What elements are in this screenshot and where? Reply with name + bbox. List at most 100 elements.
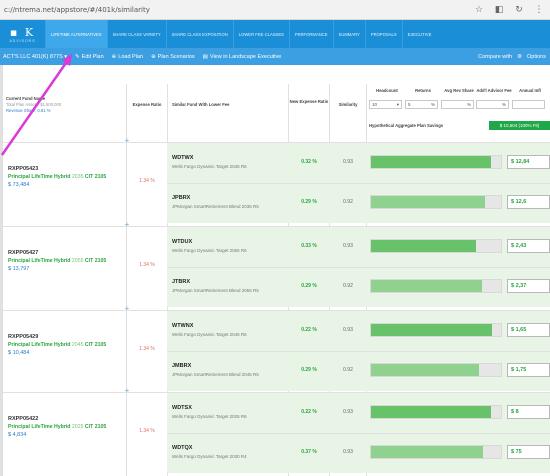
new-expense-ratio: 0.22 % xyxy=(301,409,317,415)
expense-ratio: 1.34 % xyxy=(139,346,155,352)
options-button[interactable]: Options xyxy=(527,54,546,60)
fund-year: 2055 xyxy=(71,258,84,264)
fund-year: 2025 xyxy=(71,424,84,430)
filter-input[interactable]: % xyxy=(441,100,474,109)
expense-ratio: 1.34 % xyxy=(139,262,155,268)
similarity-score: 0.92 xyxy=(343,199,353,205)
fit-bar-fill xyxy=(371,196,486,208)
fit-bar xyxy=(370,445,502,459)
similar-ticker[interactable]: WDTQX xyxy=(172,445,192,451)
toolbar-action-label: Load Plan xyxy=(118,53,144,60)
revenue-share: Revenue Share: 0.81 % xyxy=(6,108,51,113)
filter-value: 5 xyxy=(408,102,411,107)
toolbar-action[interactable]: ✎ Edit Plan xyxy=(75,54,104,60)
similar-ticker[interactable]: WDTSX xyxy=(172,405,192,411)
fund-cit: CIT 2105 xyxy=(84,258,107,264)
add-row-icon[interactable]: + xyxy=(123,305,131,313)
sub-row-divider xyxy=(167,267,550,268)
savings-amount[interactable]: $ 2,37 xyxy=(507,279,550,293)
similar-name: Wells Fargo Dynamic Target 2035 R6 xyxy=(172,164,247,169)
current-fund[interactable]: RXPP05422 Principal LifeTime Hybrid 2025 … xyxy=(8,416,123,438)
add-row-icon[interactable]: + xyxy=(123,387,131,395)
savings-value[interactable]: $ 10,604 (100% Fit) xyxy=(489,121,550,130)
nav-tab[interactable]: Lower Fee Classes xyxy=(232,20,289,48)
nav-tab[interactable]: Proposals xyxy=(364,20,402,48)
toolbar-action-label: Edit Plan xyxy=(81,53,104,60)
current-fund[interactable]: RXPP05423 Principal LifeTime Hybrid 2035 … xyxy=(8,166,123,188)
savings-amount[interactable]: $ 12,84 xyxy=(507,155,550,169)
similar-ticker[interactable]: JTBRX xyxy=(172,279,190,285)
toolbar-action[interactable]: ⊕ Load Plan xyxy=(112,54,143,60)
toolbar-action[interactable]: ▤ View in Landscape Executive xyxy=(203,54,282,60)
fund-name: Principal LifeTime Hybrid 2025 CIT 2105 xyxy=(8,424,123,430)
add-row-icon[interactable]: + xyxy=(123,221,131,229)
similarity-score: 0.93 xyxy=(343,243,353,249)
fit-bar xyxy=(370,195,502,209)
similar-ticker[interactable]: JMBRX xyxy=(172,363,191,369)
fit-bar xyxy=(370,405,502,419)
fund-ticker: RXPP05429 xyxy=(8,334,39,340)
refresh-icon[interactable]: ↻ xyxy=(514,4,524,14)
plus-icon: ⊕ xyxy=(151,53,156,60)
similar-name: Wells Fargo Dynamic Target 2055 R6 xyxy=(172,248,247,253)
new-expense-ratio: 0.33 % xyxy=(301,243,317,249)
nav-tab[interactable]: Executive xyxy=(401,20,437,48)
address-bar[interactable]: c://ntrema.net/appstore/#/401k/similarit… xyxy=(4,6,150,14)
star-icon[interactable]: ☆ xyxy=(474,4,484,14)
extensions-icon[interactable]: ◧ xyxy=(494,4,504,14)
logo-sub: ADVISORS xyxy=(9,38,36,43)
nav-tab[interactable]: Lifetime Alternatives xyxy=(45,20,107,48)
nav-tab[interactable]: Share Class Variety xyxy=(106,20,166,48)
similar-ticker[interactable]: JPBRX xyxy=(172,195,190,201)
similarity-score: 0.92 xyxy=(343,283,353,289)
fund-amount: $ 4,834 xyxy=(8,432,27,438)
savings-amount[interactable]: $ 1,75 xyxy=(507,363,550,377)
current-fund[interactable]: RXPP05427 Principal LifeTime Hybrid 2055 … xyxy=(8,250,123,272)
fund-amount: $ 13,797 xyxy=(8,266,30,272)
plus-icon: ⊕ xyxy=(111,53,117,60)
current-fund[interactable]: RXPP05429 Principal LifeTime Hybrid 2045 … xyxy=(8,334,123,356)
logo[interactable]: ▪ K ADVISORS xyxy=(0,20,45,48)
list-icon: ▤ xyxy=(202,53,208,60)
add-row-icon[interactable]: + xyxy=(123,137,131,145)
savings-amount[interactable]: $ 12,6 xyxy=(507,195,550,209)
fit-bar xyxy=(370,279,502,293)
toolbar-action[interactable]: ⊕ Plan Scenarios xyxy=(151,54,195,60)
filter-header: Returns xyxy=(415,88,431,93)
similar-name: JPMorgan SmartRetirement Blend 2035 R5 xyxy=(172,204,259,209)
filter-input[interactable]: % xyxy=(476,100,509,109)
similar-ticker[interactable]: WTDUX xyxy=(172,239,192,245)
nav-tab[interactable]: Summary xyxy=(332,20,365,48)
current-fund-header: Current Fund Name Total Plan Assets: $1,… xyxy=(6,96,121,113)
compare-with-dropdown[interactable]: Compare with xyxy=(478,54,512,60)
new-expense-ratio: 0.29 % xyxy=(301,283,317,289)
fund-year: 2045 xyxy=(71,342,84,348)
nav-tabs: Lifetime Alternatives Share Class Variety… xyxy=(45,20,436,48)
filter-input[interactable] xyxy=(512,100,545,109)
similar-ticker[interactable]: WTWNX xyxy=(172,323,193,329)
savings-amount[interactable]: $ 75 xyxy=(507,445,550,459)
sub-row-divider xyxy=(167,433,550,434)
fit-bar-fill xyxy=(371,156,491,168)
filter-value: 10 xyxy=(372,102,378,107)
fit-bar-fill xyxy=(371,364,479,376)
settings-icon[interactable]: ⚙ xyxy=(517,54,522,60)
filter-unit: % xyxy=(466,102,471,107)
filter-input[interactable]: 5% xyxy=(405,100,438,109)
savings-amount[interactable]: $ 1,65 xyxy=(507,323,550,337)
similar-ticker[interactable]: WDTWX xyxy=(172,155,193,161)
filter-input[interactable]: 10 ▾ xyxy=(369,100,402,109)
fit-bar-fill xyxy=(371,406,491,418)
menu-icon[interactable]: ⋮ xyxy=(534,4,544,14)
nav-tab[interactable]: Performance xyxy=(288,20,333,48)
filter-unit: % xyxy=(501,102,506,107)
fit-bar xyxy=(370,239,502,253)
plan-selector[interactable]: ACT'S LLC 401(K) 877S ▾ xyxy=(3,54,67,60)
nav-tab[interactable]: Share Class Exposition xyxy=(165,20,233,48)
fund-year: 2035 xyxy=(71,174,84,180)
toolbar-right: Compare with ⚙ Options xyxy=(478,54,546,60)
fund-amount: $ 10,484 xyxy=(8,350,30,356)
filter-header: Add'l Advisor Fee xyxy=(476,88,512,93)
savings-amount[interactable]: $ 2,43 xyxy=(507,239,550,253)
savings-amount[interactable]: $ 8 xyxy=(507,405,550,419)
